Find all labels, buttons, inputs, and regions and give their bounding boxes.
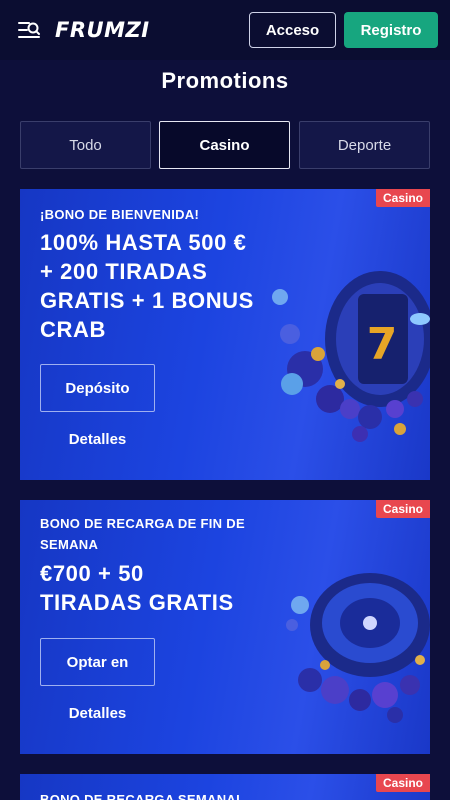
page-title: Promotions [161,68,289,93]
promo-card-weekend: Casino BONO DE RECARGA DE FIN DE SEMANA … [20,500,430,754]
slot-reel-art: 7 [272,271,430,442]
roulette-art [286,573,430,723]
opt-in-button[interactable]: Optar en [40,638,155,686]
deposit-button[interactable]: Depósito [40,364,155,412]
promo-kicker: ¡BONO DE BIENVENIDA! [40,207,200,222]
details-link[interactable]: Detalles [40,705,155,722]
category-badge: Casino [375,500,430,518]
promo-card-weekly: Casino BONO DE RECARGA SEMANAL [20,774,430,800]
tab-casino[interactable]: Casino [159,121,290,169]
svg-text:7: 7 [367,319,398,370]
details-link[interactable]: Detalles [40,431,155,448]
login-button[interactable]: Acceso [249,12,336,48]
promo-card-welcome: Casino ¡BONO DE BIENVENIDA! 100% HASTA 5… [20,189,430,480]
brand-logo[interactable]: FRUMZI [55,18,150,42]
menu-icon[interactable] [17,19,41,41]
promo-kicker: BONO DE RECARGA SEMANAL [40,792,245,800]
top-header: FRUMZI Acceso Registro [0,0,450,60]
category-badge: Casino [375,189,430,207]
register-button[interactable]: Registro [344,12,438,48]
tab-sports[interactable]: Deporte [299,121,430,169]
promo-headline: €700 + 50 TIRADAS GRATIS [40,561,234,615]
tab-all[interactable]: Todo [20,121,151,169]
promo-kicker: BONO DE RECARGA DE FIN DE SEMANA [40,516,245,552]
category-badge: Casino [375,774,430,792]
promo-headline: 100% HASTA 500 € + 200 TIRADAS GRATIS + … [40,230,254,342]
